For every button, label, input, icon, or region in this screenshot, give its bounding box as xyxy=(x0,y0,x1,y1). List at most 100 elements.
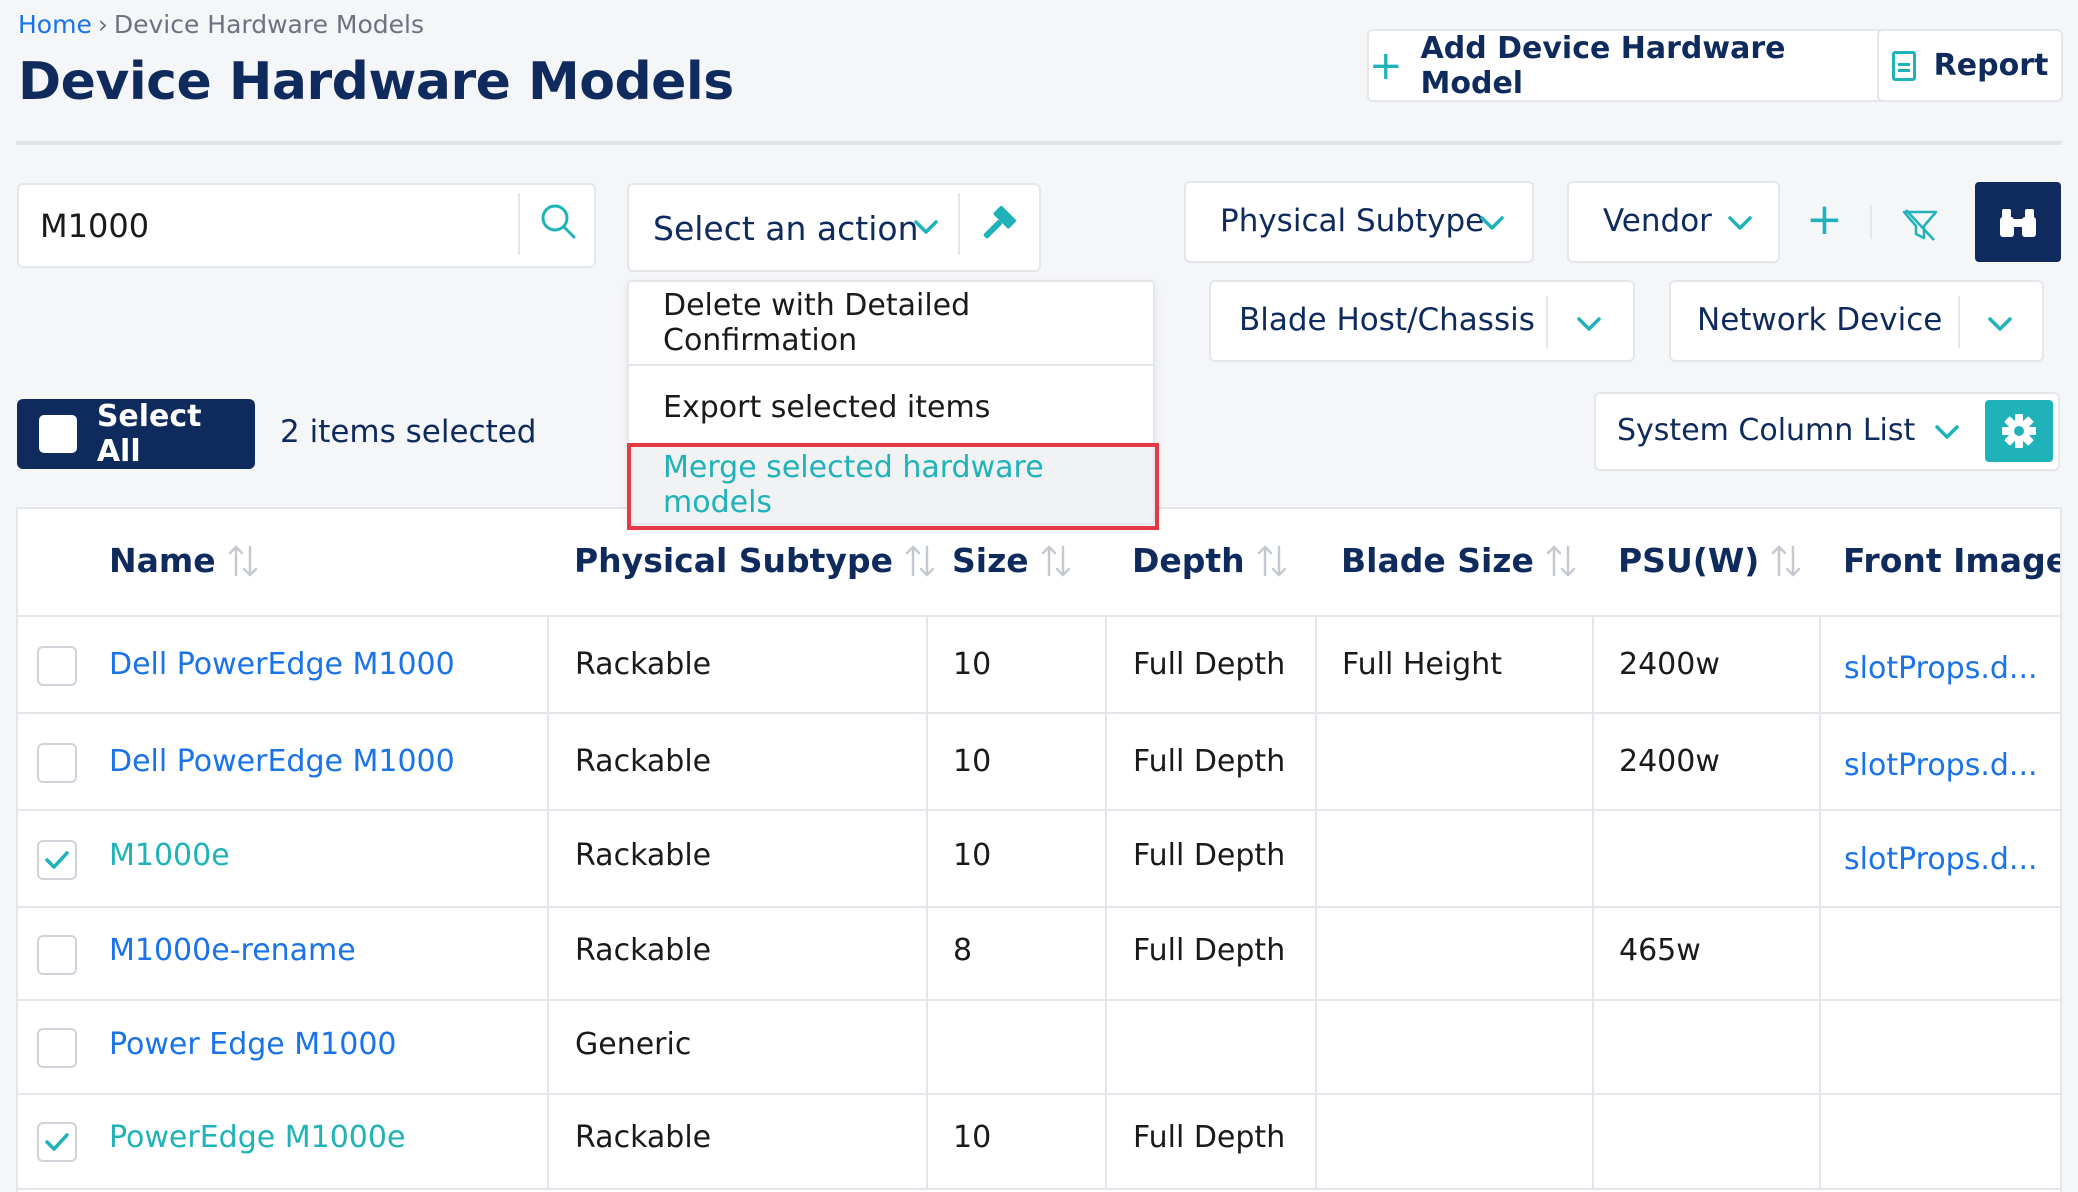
breadcrumb: Home › Device Hardware Models xyxy=(18,10,424,39)
column-header-depth[interactable]: Depth xyxy=(1132,541,1289,580)
row-checkbox[interactable] xyxy=(37,1122,77,1162)
row-front-image-link[interactable]: slotProps.d... xyxy=(1844,748,2038,783)
filter-divider xyxy=(1958,296,1960,348)
row-blade-size: Full Height xyxy=(1342,647,1503,682)
chevron-down-icon[interactable] xyxy=(1986,310,2014,338)
row-name-link[interactable]: M1000e-rename xyxy=(109,933,356,968)
filter-blade-host-label: Blade Host/Chassis xyxy=(1239,302,1535,338)
row-psu: 2400w xyxy=(1619,744,1720,779)
row-checkbox[interactable] xyxy=(37,935,77,975)
select-all-label: Select All xyxy=(96,399,202,469)
clear-filter-icon[interactable] xyxy=(1900,204,1940,244)
column-header-name[interactable]: Name xyxy=(109,541,260,580)
search-divider xyxy=(518,193,520,255)
row-depth: Full Depth xyxy=(1133,933,1286,968)
action-select-label[interactable]: Select an action xyxy=(653,209,919,248)
row-subtype: Rackable xyxy=(575,838,712,873)
row-name-link[interactable]: Power Edge M1000 xyxy=(109,1027,397,1062)
filter-separator xyxy=(1870,205,1872,239)
binoculars-button[interactable] xyxy=(1975,182,2061,262)
selected-count: 2 items selected xyxy=(280,414,537,450)
sort-icon[interactable] xyxy=(1039,543,1073,579)
column-header-size[interactable]: Size xyxy=(952,541,1073,580)
row-size: 10 xyxy=(953,647,992,682)
column-header-physical-subtype[interactable]: Physical Subtype xyxy=(574,541,937,580)
hardware-models-table: Name Physical Subtype Size Depth Blade S… xyxy=(16,507,2062,1192)
row-size: 10 xyxy=(953,838,992,873)
row-checkbox[interactable] xyxy=(37,1028,77,1068)
filter-network-device[interactable]: Network Device xyxy=(1669,280,2044,362)
breadcrumb-current: Device Hardware Models xyxy=(113,10,425,39)
gear-icon xyxy=(2002,414,2036,448)
row-subtype: Rackable xyxy=(575,647,712,682)
chevron-down-icon[interactable] xyxy=(1575,310,1603,338)
plus-icon: + xyxy=(1369,42,1403,89)
filter-physical-subtype[interactable]: Physical Subtype xyxy=(1184,181,1534,263)
row-subtype: Rackable xyxy=(575,933,712,968)
highlight-annotation xyxy=(627,443,1159,530)
filter-network-device-label: Network Device xyxy=(1697,302,1943,338)
column-list-label[interactable]: System Column List xyxy=(1617,413,1915,448)
table-row: Power Edge M1000 Generic xyxy=(18,1001,2060,1095)
chevron-down-icon[interactable] xyxy=(912,213,940,241)
row-front-image-link[interactable]: slotProps.d... xyxy=(1844,651,2038,686)
search-input-value[interactable]: M1000 xyxy=(40,207,149,245)
report-button-label: Report xyxy=(1933,48,2049,83)
action-divider xyxy=(958,193,960,255)
row-name-link[interactable]: Dell PowerEdge M1000 xyxy=(109,744,455,779)
chevron-down-icon xyxy=(1728,216,1752,230)
filter-vendor-label: Vendor xyxy=(1603,203,1712,239)
binoculars-icon xyxy=(2000,209,2036,237)
column-header-psu[interactable]: PSU(W) xyxy=(1618,541,1803,580)
add-filter-icon[interactable]: + xyxy=(1806,198,1843,242)
row-subtype: Generic xyxy=(575,1027,692,1062)
row-subtype: Rackable xyxy=(575,744,712,779)
row-name-link[interactable]: PowerEdge M1000e xyxy=(109,1120,405,1155)
report-button[interactable]: Report xyxy=(1877,29,2063,102)
gavel-icon[interactable] xyxy=(972,200,1022,250)
table-row: M1000e-rename Rackable 8 Full Depth 465w xyxy=(18,908,2060,1001)
column-settings-button[interactable] xyxy=(1985,400,2053,462)
row-name-link[interactable]: M1000e xyxy=(109,838,230,873)
filter-vendor[interactable]: Vendor xyxy=(1567,181,1780,263)
check-icon xyxy=(45,851,69,869)
sort-icon[interactable] xyxy=(1255,543,1289,579)
chevron-down-icon xyxy=(1480,216,1504,230)
sort-icon[interactable] xyxy=(903,543,937,579)
row-depth: Full Depth xyxy=(1133,744,1286,779)
add-device-hardware-model-button[interactable]: + Add Device Hardware Model xyxy=(1367,29,1889,102)
table-row: PowerEdge M1000e Rackable 10 Full Depth xyxy=(18,1095,2060,1190)
row-name-link[interactable]: Dell PowerEdge M1000 xyxy=(109,647,455,682)
row-checkbox[interactable] xyxy=(37,646,77,686)
menu-item-delete-detailed[interactable]: Delete with Detailed Confirmation xyxy=(629,282,1153,364)
row-depth: Full Depth xyxy=(1133,647,1286,682)
table-row: Dell PowerEdge M1000 Rackable 10 Full De… xyxy=(18,617,2060,714)
sort-icon[interactable] xyxy=(1769,543,1803,579)
add-button-label: Add Device Hardware Model xyxy=(1420,30,1786,101)
chevron-down-icon[interactable] xyxy=(1933,418,1961,446)
row-subtype: Rackable xyxy=(575,1120,712,1155)
row-depth: Full Depth xyxy=(1133,838,1286,873)
row-size: 10 xyxy=(953,1120,992,1155)
column-header-front-image[interactable]: Front Image xyxy=(1843,541,2060,580)
sort-icon[interactable] xyxy=(226,543,260,579)
select-all-button[interactable]: Select All xyxy=(17,399,255,469)
menu-item-export-selected[interactable]: Export selected items xyxy=(629,366,1153,448)
table-row: M1000e Rackable 10 Full Depth slotProps.… xyxy=(18,811,2060,908)
row-depth: Full Depth xyxy=(1133,1120,1286,1155)
row-psu: 465w xyxy=(1619,933,1701,968)
page-title: Device Hardware Models xyxy=(18,52,734,112)
select-all-checkbox[interactable] xyxy=(39,415,77,453)
row-checkbox[interactable] xyxy=(37,743,77,783)
search-icon[interactable] xyxy=(538,201,578,241)
row-front-image-link[interactable]: slotProps.d... xyxy=(1844,842,2038,877)
header-divider xyxy=(16,141,2062,145)
table-row: Dell PowerEdge M1000 Rackable 10 Full De… xyxy=(18,714,2060,811)
row-checkbox[interactable] xyxy=(37,840,77,880)
row-size: 8 xyxy=(953,933,973,968)
sort-icon[interactable] xyxy=(1544,543,1578,579)
breadcrumb-home-link[interactable]: Home xyxy=(18,10,92,39)
column-header-blade-size[interactable]: Blade Size xyxy=(1341,541,1578,580)
filter-blade-host-chassis[interactable]: Blade Host/Chassis xyxy=(1209,280,1635,362)
check-icon xyxy=(45,1133,69,1151)
